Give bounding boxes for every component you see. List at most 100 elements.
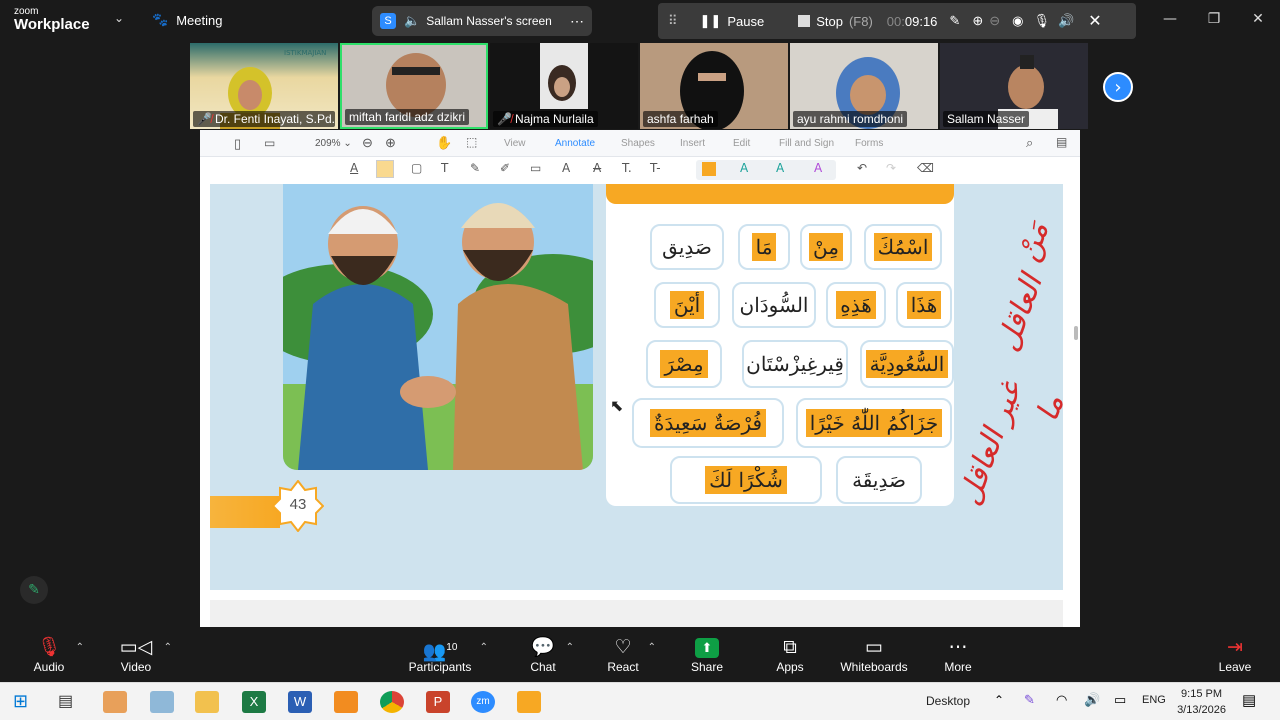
minimize-icon[interactable]: — [1148,0,1192,38]
view-icon[interactable]: ◉ [1012,13,1023,29]
select-area-icon[interactable]: ⬚ [466,135,477,149]
meeting-info-button[interactable]: 🐾 Meeting [152,12,222,28]
participant-tile[interactable]: ayu rahmi romdhoni [790,43,938,129]
chat-button[interactable]: 💬 Chat ⌃ [528,636,574,674]
replace-text-tool-icon[interactable]: T- [650,161,661,175]
more-button[interactable]: ⋯ More [943,636,973,674]
participant-tile[interactable]: Sallam Nasser [940,43,1088,129]
powerpoint-icon[interactable]: P [426,691,450,713]
zoom-app-icon[interactable]: zm [471,691,495,713]
notification-icon[interactable]: ▤ [1242,691,1256,709]
text-color-tool-icon[interactable]: A [350,161,358,175]
menu-fill-and-sign[interactable]: Fill and Sign [779,138,834,149]
menu-insert[interactable]: Insert [680,138,705,149]
redo-icon[interactable]: ↷ [886,161,896,175]
mouse-cursor-icon: ⬉ [610,396,624,415]
chrome-icon[interactable] [380,691,404,713]
participant-tile-active[interactable]: miftah faridl adz dzikri [340,43,488,129]
pen-menu-icon[interactable]: ✎ [1024,692,1035,708]
pdf-zoom-in-icon[interactable]: ⊕ [385,135,396,151]
pause-button[interactable]: ❚❚ Pause [700,13,765,29]
caret-up-icon[interactable]: ⌃ [566,642,574,653]
next-participants-button[interactable]: › [1103,72,1133,102]
word-icon[interactable]: W [288,691,312,713]
stop-button[interactable]: Stop (F8) [798,14,873,29]
purple-highlight-icon[interactable]: A [814,161,822,175]
menu-shapes[interactable]: Shapes [621,138,655,149]
participants-button[interactable]: 👥10 Participants ⌃ [408,636,488,674]
text-tool-icon[interactable]: T [441,161,448,175]
file-explorer-icon[interactable] [195,691,219,713]
zoom-out-icon[interactable]: ⊖ [989,13,1000,29]
pen-tool-icon[interactable]: ✎ [470,161,480,175]
windows-start-icon[interactable]: ⊞ [13,691,28,712]
caret-up-icon[interactable]: ⌃ [76,642,84,653]
rectangle-tool-icon[interactable]: ▢ [411,161,422,175]
chevron-up-icon[interactable]: ⌃ [994,693,1004,707]
underline-tool-icon[interactable]: A [562,161,570,175]
react-button[interactable]: ♡ React ⌃ [606,636,656,674]
handshake-illustration [283,184,593,470]
wifi-icon[interactable]: ◠ [1056,692,1067,708]
desktop-toolbar[interactable]: Desktop [926,694,970,708]
vlc-icon[interactable] [334,691,358,713]
caret-up-icon[interactable]: ⌃ [480,642,488,653]
drag-handle-icon[interactable]: ⠿ [668,13,678,29]
eraser-icon[interactable]: ⌫ [917,161,934,175]
page-thumbnail-icon[interactable]: ▭ [264,136,275,150]
menu-forms[interactable]: Forms [855,138,883,149]
caret-up-icon[interactable]: ⌃ [164,642,172,653]
zoom-level-select[interactable]: 209% ⌄ [315,138,352,149]
audio-button[interactable]: 🎙 Audio ⌃ [30,636,84,674]
video-button[interactable]: ▭◁ Video ⌃ [116,636,172,674]
mic-icon[interactable]: 🎙 [1033,13,1050,29]
vocab-card: اسْمُكَ [864,224,942,270]
hand-tool-icon[interactable]: ✋ [436,135,452,151]
highlight-color-swatch[interactable] [702,162,716,176]
annotation-pencil-icon[interactable]: ✎ [20,576,48,604]
close-icon[interactable]: ✕ [1088,11,1101,31]
participant-tile[interactable]: 🎤̸ Najma Nurlaila [490,43,638,129]
annotate-pen-icon[interactable]: ✎ [949,13,960,29]
note-tool-icon[interactable]: ▭ [530,161,541,175]
participant-tile[interactable]: ashfa farhah [640,43,788,129]
pdf-zoom-out-icon[interactable]: ⊖ [362,135,373,151]
undo-icon[interactable]: ↶ [857,161,867,175]
participant-tile[interactable]: ISTIKMAJIAN 🎤̸ Dr. Fenti Inayati, S.Pd...… [190,43,338,129]
battery-icon[interactable]: ▭ [1114,692,1126,708]
language-indicator[interactable]: ENG [1142,694,1166,706]
sidebar-toggle-icon[interactable]: ▯ [234,136,241,152]
menu-view[interactable]: View [504,138,526,149]
strikethrough-tool-icon[interactable]: A [593,161,601,175]
scrollbar-thumb[interactable] [1074,326,1078,340]
system-clock[interactable]: 9:15 PM 3/13/2026 [1177,686,1226,718]
search-icon[interactable]: ⌕ [1026,135,1033,151]
menu-annotate[interactable]: Annotate [555,138,595,149]
teal-underline-icon[interactable]: A [776,161,784,175]
app-icon[interactable] [517,691,541,713]
restore-icon[interactable]: ❐ [1192,0,1236,38]
whiteboards-button[interactable]: ▭ Whiteboards [840,636,908,674]
comment-panel-icon[interactable]: ▤ [1056,135,1067,149]
teal-highlight-icon[interactable]: A [740,161,748,175]
app-icon[interactable] [103,691,127,713]
share-button[interactable]: ⬆ Share [690,636,724,674]
chevron-down-icon[interactable]: ⌄ [114,11,124,25]
menu-edit[interactable]: Edit [733,138,750,149]
caret-up-icon[interactable]: ⌃ [648,642,656,653]
zoom-in-icon[interactable]: ⊕ [972,13,983,29]
excel-icon[interactable]: X [242,691,266,713]
task-view-icon[interactable]: ▤ [58,691,73,711]
marker-tool-icon[interactable]: ✐ [500,161,510,175]
more-options-icon[interactable]: ⋯ [570,13,584,30]
app-icon[interactable] [150,691,174,713]
leave-button[interactable]: ⇥ Leave [1218,636,1252,674]
screen-share-indicator[interactable]: S 🔈 Sallam Nasser's screen ⋯ [372,6,592,36]
insert-text-tool-icon[interactable]: T. [622,161,632,175]
speaker-icon[interactable]: 🔊 [1058,13,1074,29]
apps-button[interactable]: ⧉ Apps [774,636,806,674]
volume-icon[interactable]: 🔊 [1084,692,1100,708]
shared-pdf-viewer: ▯ ▭ 209% ⌄ ⊖ ⊕ ✋ ⬚ View Annotate Shapes … [200,130,1080,627]
highlight-tool-icon[interactable] [376,160,394,178]
close-window-icon[interactable]: ✕ [1236,0,1280,38]
